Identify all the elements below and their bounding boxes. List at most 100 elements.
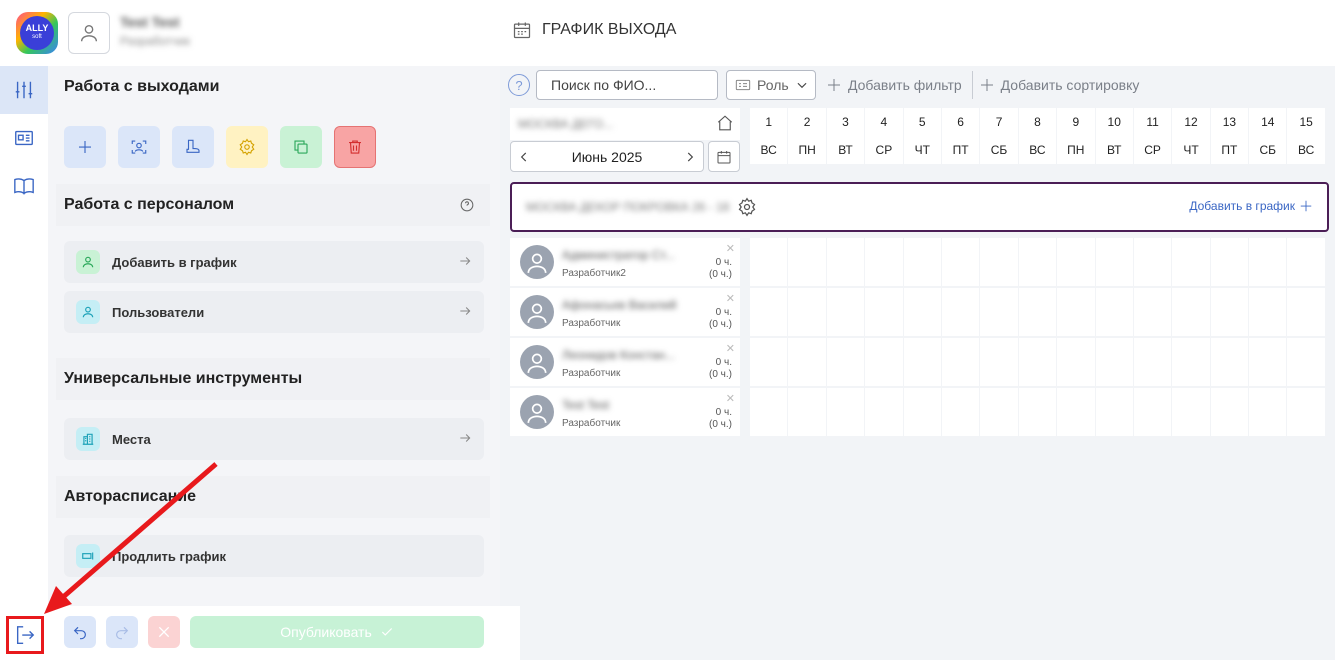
schedule-cell[interactable] bbox=[980, 238, 1018, 286]
schedule-cell[interactable] bbox=[1210, 288, 1249, 336]
extend-schedule-card[interactable]: Продлить график bbox=[64, 535, 484, 577]
remove-employee-icon[interactable]: ✕ bbox=[726, 292, 735, 305]
places-card[interactable]: Места bbox=[64, 418, 484, 460]
schedule-cell[interactable] bbox=[1133, 338, 1172, 386]
schedule-cell[interactable] bbox=[750, 388, 788, 436]
schedule-cell[interactable] bbox=[1249, 288, 1287, 336]
day-column-header[interactable]: 3 ВТ bbox=[826, 108, 865, 164]
schedule-cell[interactable] bbox=[903, 238, 941, 286]
schedule-cell[interactable] bbox=[1172, 338, 1210, 386]
day-column-header[interactable]: 10 ВТ bbox=[1095, 108, 1133, 164]
discard-button[interactable] bbox=[148, 616, 180, 648]
add-to-schedule-link[interactable]: Добавить в график bbox=[1189, 199, 1313, 213]
search-input[interactable] bbox=[536, 70, 718, 100]
users-card[interactable]: Пользователи bbox=[64, 291, 484, 333]
schedule-cell[interactable] bbox=[1249, 388, 1287, 436]
schedule-cell[interactable] bbox=[1172, 388, 1210, 436]
schedule-cell[interactable] bbox=[788, 388, 826, 436]
rail-item-settings[interactable] bbox=[0, 66, 48, 114]
day-column-header[interactable]: 7 СБ bbox=[980, 108, 1018, 164]
chevron-right-icon[interactable] bbox=[683, 150, 697, 164]
assign-exit-button[interactable] bbox=[118, 126, 160, 168]
help-icon[interactable] bbox=[460, 198, 474, 212]
schedule-cell[interactable] bbox=[1210, 338, 1249, 386]
undo-button[interactable] bbox=[64, 616, 96, 648]
schedule-cell[interactable] bbox=[1133, 238, 1172, 286]
schedule-cell[interactable] bbox=[1057, 388, 1095, 436]
schedule-cell[interactable] bbox=[1133, 388, 1172, 436]
schedule-cell[interactable] bbox=[941, 238, 980, 286]
chevron-left-icon[interactable] bbox=[517, 150, 531, 164]
day-column-header[interactable]: 5 ЧТ bbox=[903, 108, 941, 164]
employee-row[interactable]: Леонидов Констан... Разработчик 0 ч. (0 ч.)… bbox=[510, 338, 740, 386]
schedule-cell[interactable] bbox=[865, 338, 903, 386]
add-filter-button[interactable]: Добавить фильтр bbox=[826, 77, 962, 93]
remove-employee-icon[interactable]: ✕ bbox=[726, 242, 735, 255]
toolbar-help-button[interactable]: ? bbox=[508, 74, 530, 96]
schedule-cell[interactable] bbox=[1287, 338, 1325, 386]
day-column-header[interactable]: 4 СР bbox=[865, 108, 903, 164]
logout-button[interactable] bbox=[6, 616, 44, 654]
schedule-cell[interactable] bbox=[1095, 338, 1133, 386]
schedule-cell[interactable] bbox=[826, 238, 865, 286]
schedule-cell[interactable] bbox=[1018, 238, 1057, 286]
home-icon[interactable] bbox=[716, 114, 734, 132]
delete-exit-button[interactable] bbox=[334, 126, 376, 168]
day-column-header[interactable]: 6 ПТ bbox=[941, 108, 980, 164]
schedule-cell[interactable] bbox=[1057, 338, 1095, 386]
schedule-cell[interactable] bbox=[903, 288, 941, 336]
schedule-cell[interactable] bbox=[750, 338, 788, 386]
schedule-cell[interactable] bbox=[788, 238, 826, 286]
schedule-cell[interactable] bbox=[1018, 338, 1057, 386]
date-picker-button[interactable] bbox=[708, 141, 740, 172]
schedule-cell[interactable] bbox=[903, 388, 941, 436]
schedule-cell[interactable] bbox=[1172, 238, 1210, 286]
schedule-cell[interactable] bbox=[941, 288, 980, 336]
schedule-cell[interactable] bbox=[1287, 388, 1325, 436]
day-column-header[interactable]: 1 ВС bbox=[750, 108, 788, 164]
employee-row[interactable]: Test Test Разработчик 0 ч. (0 ч.) ✕ bbox=[510, 388, 740, 436]
day-column-header[interactable]: 11 СР bbox=[1133, 108, 1172, 164]
remove-employee-icon[interactable]: ✕ bbox=[726, 342, 735, 355]
schedule-cell[interactable] bbox=[903, 338, 941, 386]
schedule-cell[interactable] bbox=[1095, 288, 1133, 336]
schedule-cell[interactable] bbox=[1095, 238, 1133, 286]
day-column-header[interactable]: 8 ВС bbox=[1018, 108, 1057, 164]
day-column-header[interactable]: 14 СБ bbox=[1249, 108, 1287, 164]
schedule-cell[interactable] bbox=[1133, 288, 1172, 336]
copy-exit-button[interactable] bbox=[280, 126, 322, 168]
day-column-header[interactable]: 13 ПТ bbox=[1210, 108, 1249, 164]
add-to-schedule-card[interactable]: Добавить в график bbox=[64, 241, 484, 283]
schedule-cell[interactable] bbox=[1095, 388, 1133, 436]
schedule-cell[interactable] bbox=[750, 238, 788, 286]
remove-employee-icon[interactable]: ✕ bbox=[726, 392, 735, 405]
app-logo[interactable]: ALLY soft bbox=[16, 12, 58, 54]
employee-row[interactable]: Администратор Ст... Разработчик2 0 ч. (0 ч.… bbox=[510, 238, 740, 286]
schedule-cell[interactable] bbox=[980, 288, 1018, 336]
schedule-cell[interactable] bbox=[1210, 388, 1249, 436]
schedule-cell[interactable] bbox=[1287, 238, 1325, 286]
gear-icon[interactable] bbox=[737, 197, 757, 217]
schedule-cell[interactable] bbox=[826, 288, 865, 336]
schedule-cell[interactable] bbox=[750, 288, 788, 336]
publish-button[interactable]: Опубликовать bbox=[190, 616, 484, 648]
exit-settings-button[interactable] bbox=[226, 126, 268, 168]
rail-item-cards[interactable] bbox=[0, 114, 48, 162]
schedule-cell[interactable] bbox=[826, 388, 865, 436]
schedule-cell[interactable] bbox=[1172, 288, 1210, 336]
schedule-cell[interactable] bbox=[1249, 338, 1287, 386]
schedule-cell[interactable] bbox=[980, 388, 1018, 436]
add-sort-button[interactable]: Добавить сортировку bbox=[979, 77, 1139, 93]
rail-item-docs[interactable] bbox=[0, 162, 48, 210]
schedule-cell[interactable] bbox=[941, 388, 980, 436]
add-exit-button[interactable] bbox=[64, 126, 106, 168]
role-select[interactable]: Роль bbox=[726, 70, 816, 100]
day-column-header[interactable]: 12 ЧТ bbox=[1172, 108, 1210, 164]
schedule-cell[interactable] bbox=[1287, 288, 1325, 336]
schedule-cell[interactable] bbox=[826, 338, 865, 386]
schedule-cell[interactable] bbox=[788, 288, 826, 336]
day-column-header[interactable]: 15 ВС bbox=[1287, 108, 1325, 164]
schedule-cell[interactable] bbox=[941, 338, 980, 386]
boot-exit-button[interactable] bbox=[172, 126, 214, 168]
day-column-header[interactable]: 2 ПН bbox=[788, 108, 826, 164]
